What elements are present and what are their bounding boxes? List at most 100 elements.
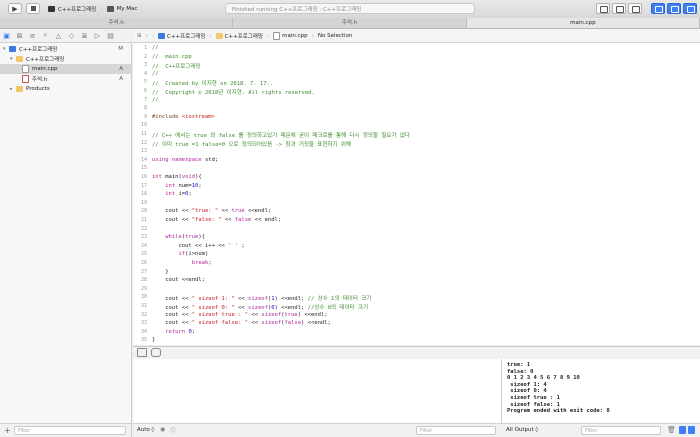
code-line[interactable]: if(i>num) [152, 251, 209, 257]
line-number: 24 [140, 242, 147, 249]
toggle-navigator-button[interactable] [651, 3, 665, 14]
tab-header-1[interactable]: 주석.h [0, 18, 234, 28]
trash-icon[interactable]: 🗑 [667, 426, 676, 434]
folder-icon [16, 56, 23, 62]
code-line[interactable]: int i=0; [152, 191, 192, 197]
variables-filter-input[interactable]: Filter [416, 426, 496, 435]
code-line[interactable]: cout << " sizeof 1: " << sizeof(1) <<end… [152, 294, 371, 302]
breadcrumb-file[interactable]: main.cpp [282, 33, 308, 39]
add-icon[interactable]: + [4, 426, 11, 435]
code-line[interactable]: // Copyright © 2018년 이지현. All rights res… [152, 88, 315, 96]
symbol-icon[interactable]: ≡ [26, 29, 39, 42]
version-editor-button[interactable] [628, 3, 642, 14]
console-output[interactable]: true: 1 false: 00 1 2 3 4 5 6 7 8 9 10 si… [502, 359, 700, 423]
header-file-icon [22, 75, 29, 83]
project-icon [158, 32, 166, 39]
search-icon[interactable]: ⌕ [39, 29, 52, 42]
nav-item-folder[interactable]: ▾ C++프로그래밍 [0, 54, 131, 64]
code-line[interactable]: // [152, 97, 159, 103]
info-icon[interactable]: ⓘ [170, 426, 176, 435]
mac-icon [106, 6, 114, 12]
line-number: 7 [143, 96, 147, 103]
code-line[interactable]: // C++ 에서는 true 와 false 를 정의하고있기 때문에 굳이 … [152, 131, 410, 139]
code-line[interactable]: // [152, 45, 159, 51]
code-line[interactable]: break; [152, 260, 212, 266]
code-line[interactable]: return 0; [152, 329, 195, 335]
assistant-editor-button[interactable] [612, 3, 626, 14]
code-line[interactable]: int main(void){ [152, 174, 202, 180]
code-line[interactable]: // main.cpp [152, 54, 192, 60]
tab-main-cpp[interactable]: main.cpp [466, 18, 700, 28]
code-line[interactable]: cout << " sizeof false: " << sizeof(fals… [152, 320, 331, 326]
toggle-debug-area-button[interactable] [667, 3, 681, 14]
source-control-icon[interactable]: ⊠ [13, 29, 26, 42]
code-line[interactable]: cout << " sizeof 0: " << sizeof(0) <<end… [152, 303, 368, 311]
auto-scope-selector[interactable]: Auto ◊ [137, 427, 154, 433]
breadcrumb-folder[interactable]: C++프로그래밍 [225, 32, 263, 40]
folder-icon[interactable]: ▣ [0, 29, 13, 42]
nav-item-project[interactable]: ▾ C++프로그래밍 M [0, 44, 131, 54]
nav-item-label: C++프로그래밍 [19, 47, 58, 53]
filter-placeholder: Filter [18, 427, 31, 434]
code-line[interactable]: int num=10; [152, 183, 201, 189]
code-line[interactable]: while(true){ [152, 234, 205, 240]
code-line[interactable]: using namespace std; [152, 157, 218, 163]
show-variables-icon[interactable] [679, 426, 686, 434]
back-icon[interactable]: ‹ [146, 33, 148, 39]
line-number: 29 [140, 285, 147, 292]
code-line[interactable]: cout << " sizeof true : " << sizeof(true… [152, 312, 327, 318]
breakpoint-icon[interactable]: ▷ [91, 29, 104, 42]
line-number: 19 [140, 199, 147, 206]
code-line[interactable]: cout << "false: " << false << endl; [152, 217, 281, 223]
code-line[interactable]: cout <<endl; [152, 277, 205, 283]
output-selector[interactable]: All Output ◊ [506, 427, 538, 433]
test-icon[interactable]: ◇ [65, 29, 78, 42]
line-number: 23 [140, 234, 147, 241]
code-line[interactable]: cout << i++ << ' ' ; [152, 243, 244, 249]
line-number: 2 [143, 53, 147, 60]
code-line[interactable]: // 이미 true =1 false=0 으로 정의되어있음 -> 참과 거짓… [152, 140, 351, 148]
show-console-icon[interactable] [688, 426, 695, 434]
code-line[interactable]: // C++프로그래밍 [152, 62, 200, 70]
toggle-utilities-button[interactable] [683, 3, 697, 14]
nav-item-products[interactable]: ▸ Products [0, 84, 131, 94]
code-line[interactable]: cout << "true: " << true <<endl; [152, 208, 271, 214]
activity-view: Finished running C++프로그래밍 : C++프로그래밍 [225, 3, 475, 14]
filter-placeholder: Filter [420, 427, 433, 434]
console-line: sizeof 0: 4 [507, 388, 547, 395]
console-line: true: 1 [507, 362, 531, 368]
code-line[interactable]: #include <iostream> [152, 114, 215, 120]
nav-item-header[interactable]: 주석.h A [0, 74, 131, 84]
breadcrumb-project[interactable]: C++프로그래밍 [167, 32, 205, 40]
scheme-selector[interactable]: C++프로그래밍 › My Mac [48, 4, 137, 14]
eye-icon[interactable]: ◉ [160, 426, 165, 433]
console-line: sizeof false: 1 [507, 401, 560, 408]
stop-button[interactable] [26, 3, 40, 14]
line-number: 18 [140, 191, 147, 198]
breakpoints-toggle-icon[interactable] [151, 348, 161, 357]
navigator-filter-input[interactable]: Filter [14, 426, 126, 435]
forward-icon[interactable]: › [152, 33, 154, 39]
hide-debug-area-icon[interactable] [137, 348, 147, 357]
line-number: 21 [140, 217, 147, 223]
chevron-right-icon: › [266, 32, 270, 39]
warning-icon[interactable]: △ [52, 29, 65, 42]
debug-bar [133, 346, 700, 360]
standard-editor-button[interactable] [596, 3, 610, 14]
app-icon [48, 6, 55, 12]
run-button[interactable]: ▶ [8, 3, 22, 14]
report-icon[interactable]: ▤ [104, 29, 117, 42]
breadcrumb-symbol[interactable]: No Selection [318, 33, 353, 39]
code-line[interactable]: // [152, 71, 159, 77]
related-items-icon[interactable]: ⊞ [137, 33, 142, 39]
code-line[interactable]: } [152, 269, 168, 275]
project-icon [9, 46, 16, 52]
debug-icon[interactable]: ≣ [78, 29, 91, 42]
console-filter-input[interactable]: Filter [581, 426, 661, 435]
navigator-footer: + Filter [0, 423, 132, 437]
code-line[interactable]: } [152, 337, 155, 343]
nav-item-main-cpp[interactable]: main.cpp A [0, 64, 131, 74]
code-line[interactable]: // Created by 이지현 on 2018. 7. 17.. [152, 79, 273, 87]
source-editor[interactable]: 1 2 3 4 5 6 7 8 9 10 11 12 13 14 15 16 17 18 19 20 21 22 23 24 2… [133, 43, 700, 345]
tab-header-2[interactable]: 주석.h [233, 18, 467, 28]
